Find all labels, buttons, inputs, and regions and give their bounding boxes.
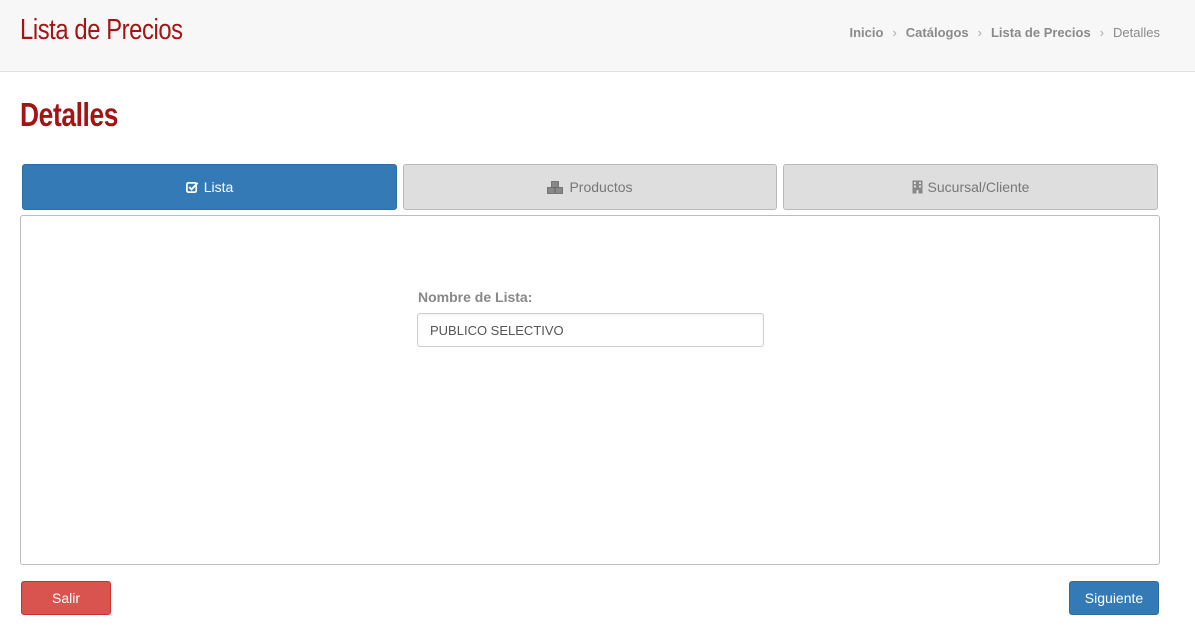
chevron-right-icon: › <box>977 25 982 40</box>
next-button[interactable]: Siguiente <box>1069 581 1159 615</box>
list-name-label: Nombre de Lista: <box>418 289 533 305</box>
page-title: Detalles <box>20 96 119 133</box>
tab-productos[interactable]: Productos <box>403 164 777 210</box>
breadcrumb-inicio[interactable]: Inicio <box>849 25 883 40</box>
list-name-input[interactable] <box>417 313 764 347</box>
top-header: Lista de Precios Inicio › Catálogos › Li… <box>0 0 1195 72</box>
wizard-tabs: Lista Productos Sucursal/Cliente <box>22 164 1158 210</box>
tab-lista[interactable]: Lista <box>22 164 397 210</box>
breadcrumb: Inicio › Catálogos › Lista de Precios › … <box>849 25 1160 40</box>
check-square-icon <box>185 181 198 193</box>
chevron-right-icon: › <box>892 25 897 40</box>
tab-lista-label: Lista <box>203 179 234 195</box>
tab-sucursal-cliente[interactable]: Sucursal/Cliente <box>783 164 1158 210</box>
tab-sucursal-cliente-label: Sucursal/Cliente <box>927 179 1030 195</box>
building-icon <box>912 180 923 194</box>
breadcrumb-detalles: Detalles <box>1113 25 1160 40</box>
app-title: Lista de Precios <box>20 14 183 46</box>
exit-button[interactable]: Salir <box>21 581 111 615</box>
tab-productos-label: Productos <box>569 179 633 195</box>
chevron-right-icon: › <box>1099 25 1105 40</box>
cubes-icon <box>547 180 564 194</box>
breadcrumb-lista-precios[interactable]: Lista de Precios <box>991 25 1091 40</box>
breadcrumb-catalogos[interactable]: Catálogos <box>906 25 969 40</box>
form-panel: Nombre de Lista: <box>20 215 1160 565</box>
